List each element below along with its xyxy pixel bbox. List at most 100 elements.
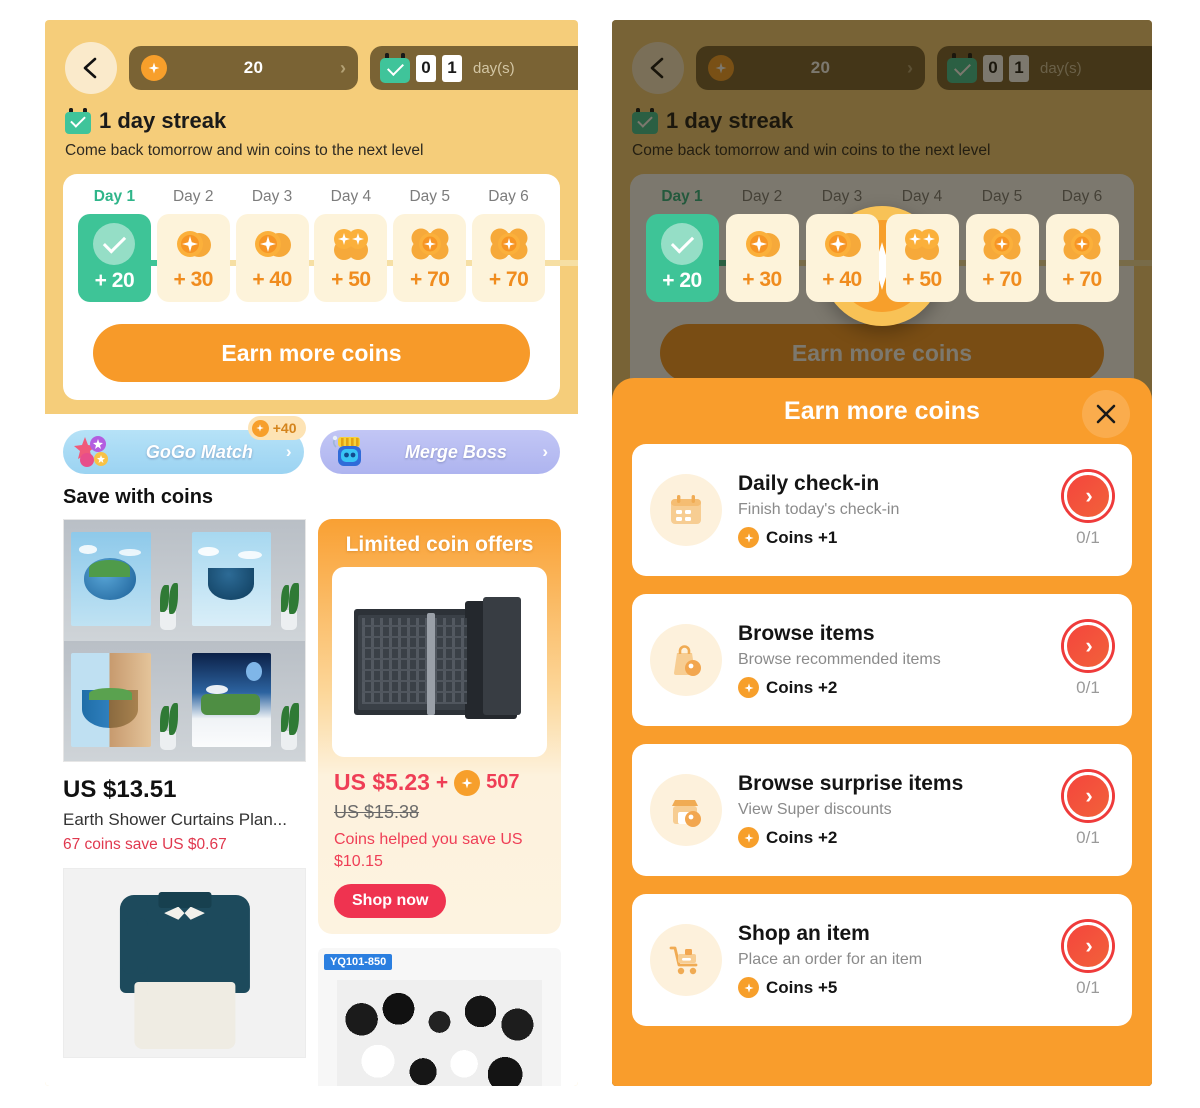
day-reward-box[interactable]: + 70: [393, 214, 467, 302]
task-action: › 0/1: [1064, 772, 1112, 848]
day-label-4: Day 4: [330, 188, 372, 205]
task-row[interactable]: Browse surprise items View Super discoun…: [632, 744, 1132, 876]
task-reward: Coins +1: [738, 519, 1048, 548]
day-cell-1[interactable]: + 20: [642, 214, 762, 302]
coin-balance-pill[interactable]: 20 ›: [129, 46, 358, 90]
coin-stack-icon: [170, 224, 216, 264]
coin-pile-icon: [407, 224, 453, 264]
offer-plus-sign: +: [435, 770, 449, 794]
task-row[interactable]: Shop an item Place an order for an item …: [632, 894, 1132, 1026]
day-cell-2[interactable]: + 30: [154, 214, 273, 302]
check-circle-icon: [661, 223, 703, 265]
task-title: Browse surprise items: [738, 772, 964, 795]
day-reward-box[interactable]: + 30: [725, 214, 799, 302]
offer-price-row: US $5.23 + 507: [318, 757, 561, 796]
go-button[interactable]: ›: [1064, 922, 1112, 970]
screenshot-stage: 20 › 0 1 day(s) 1 day streak Come back t…: [0, 0, 1200, 1108]
robot-icon: [330, 433, 370, 471]
task-progress: 0/1: [1076, 978, 1100, 997]
game-card-merge-boss[interactable]: Merge Boss ›: [319, 430, 560, 474]
day-reward-amount: + 70: [409, 268, 450, 291]
storefront-tag-icon: [650, 774, 722, 846]
task-body: Browse items Browse recommended items Co…: [738, 622, 1048, 698]
check-circle-icon: [93, 223, 136, 265]
earn-more-coins-button[interactable]: Earn more coins: [93, 324, 530, 382]
chevron-right-icon: ›: [542, 442, 548, 461]
coin-pile-icon: [1059, 224, 1105, 264]
day-cell-5[interactable]: + 70: [390, 214, 509, 302]
offer-original-price: US $15.38: [334, 802, 420, 822]
task-title: Daily check-in: [738, 472, 880, 495]
go-button[interactable]: ›: [1064, 622, 1112, 670]
chevron-right-icon: ›: [1085, 783, 1093, 808]
days-unit-label: day(s): [473, 59, 515, 77]
coin-pile-icon: [486, 224, 532, 264]
day-reward-box[interactable]: + 40: [235, 214, 309, 302]
chevron-right-icon: ›: [340, 58, 346, 78]
go-button[interactable]: ›: [1064, 472, 1112, 520]
back-button[interactable]: [65, 42, 117, 94]
offer-product-image[interactable]: [332, 567, 547, 757]
day-cell-2[interactable]: + 30: [722, 214, 842, 302]
go-button[interactable]: ›: [1064, 772, 1112, 820]
day-reward-box[interactable]: + 50: [885, 214, 959, 302]
games-row: GoGo Match › +40 Merge Boss ›: [45, 414, 578, 474]
day-label-1: Day 1: [93, 188, 136, 205]
day-reward-amount: + 20: [662, 269, 702, 292]
modal-title: Earn more coins: [784, 396, 980, 425]
day-reward-box[interactable]: + 20: [645, 214, 719, 302]
day-reward-box[interactable]: + 70: [1045, 214, 1119, 302]
game-card-gogo-match[interactable]: GoGo Match › +40: [63, 416, 306, 474]
day-cell-4[interactable]: + 50: [882, 214, 1002, 302]
task-description: View Super discounts: [738, 801, 892, 818]
close-button[interactable]: [1082, 390, 1130, 438]
coin-stack-icon: [249, 224, 295, 264]
product-column: US $13.51 Earth Shower Curtains Plan... …: [63, 519, 306, 1058]
day-label-2: Day 2: [172, 188, 214, 205]
task-body: Browse surprise items View Super discoun…: [738, 772, 1048, 848]
day-cell-3[interactable]: + 40: [802, 214, 922, 302]
task-progress: 0/1: [1076, 828, 1100, 847]
day-label-3: Day 3: [251, 188, 293, 205]
day-reward-box[interactable]: + 50: [314, 214, 388, 302]
day-reward-box[interactable]: + 40: [805, 214, 879, 302]
day-reward-box[interactable]: + 70: [472, 214, 546, 302]
header: 20 › 0 1 day(s) 1 day streak Come back t…: [45, 20, 578, 160]
left-phone-panel: 20 › 0 1 day(s) 1 day streak Come back t…: [45, 20, 578, 1086]
save-with-coins-title: Save with coins: [63, 486, 214, 508]
shopping-cart-icon: [650, 924, 722, 996]
day-cell-1[interactable]: + 20: [75, 214, 194, 302]
day-cell-4[interactable]: + 50: [311, 214, 430, 302]
products-row: US $13.51 Earth Shower Curtains Plan... …: [45, 509, 578, 1086]
right-phone-panel: 20 › 0 1 day(s): [612, 20, 1152, 1086]
streak-days-pill[interactable]: 0 1 day(s): [370, 46, 578, 90]
shopping-bag-tag-icon: [650, 624, 722, 696]
chevron-right-icon: ›: [1085, 633, 1093, 658]
task-list: Daily check-in Finish today's check-in C…: [612, 444, 1152, 1026]
shop-now-button[interactable]: Shop now: [334, 884, 447, 919]
product-image-stickers[interactable]: YQ101-850: [318, 948, 561, 1086]
sku-badge: YQ101-850: [324, 954, 393, 971]
task-action: › 0/1: [1064, 922, 1112, 998]
day-cell-3[interactable]: + 40: [233, 214, 351, 302]
task-row[interactable]: Browse items Browse recommended items Co…: [632, 594, 1132, 726]
day-reward-box[interactable]: + 30: [156, 214, 230, 302]
product-title[interactable]: Earth Shower Curtains Plan...: [63, 804, 306, 830]
day-reward-box[interactable]: + 20: [77, 214, 151, 302]
product-image-shower-curtains[interactable]: [63, 519, 306, 762]
product-image-baby-outfit[interactable]: [63, 868, 306, 1058]
day-cell-5[interactable]: + 70: [962, 214, 1082, 302]
task-reward: Coins +2: [738, 669, 1048, 698]
day-reward-box[interactable]: + 70: [965, 214, 1039, 302]
coin-cluster-icon: [328, 224, 374, 264]
task-reward-label: Coins +2: [766, 677, 838, 697]
day-cell-6[interactable]: + 70: [469, 214, 578, 302]
task-action: › 0/1: [1064, 472, 1112, 548]
product-price: US $13.51: [63, 776, 177, 803]
task-title: Browse items: [738, 622, 875, 645]
offer-column: Limited coin offers US $5.23 + 507 US $1…: [318, 519, 561, 1086]
coin-icon: [141, 55, 167, 81]
day-cell-6[interactable]: + 70: [1042, 214, 1152, 302]
modal-header: Earn more coins: [612, 378, 1152, 444]
task-row[interactable]: Daily check-in Finish today's check-in C…: [632, 444, 1132, 576]
